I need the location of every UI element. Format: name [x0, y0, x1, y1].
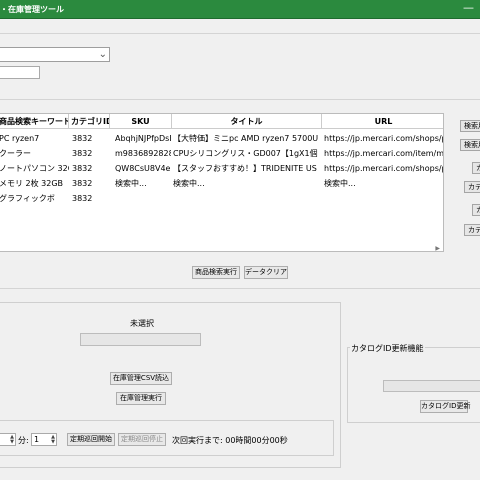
table-cell: 検索中...: [173, 179, 205, 188]
data-clear-button[interactable]: データクリア: [244, 266, 288, 279]
search-settings-button[interactable]: 検索用: [460, 120, 480, 132]
scroll-right-icon[interactable]: ▶: [435, 245, 440, 251]
keyword-dropdown[interactable]: ⌄: [0, 47, 110, 62]
table-cell: QW8CsU8V4eH: [115, 164, 171, 173]
table-cell: https://jp.mercari.com/shops/proc: [324, 164, 443, 173]
top-divider: [0, 33, 480, 34]
table-cell: 【大特価】ミニpc AMD ryzen7 5700U r: [173, 134, 321, 143]
category-button-3[interactable]: カテ: [472, 204, 480, 216]
keyword-input[interactable]: [0, 66, 40, 79]
col-header-category[interactable]: カテゴリID: [69, 114, 110, 129]
catalog-panel-title: カタログID更新機能: [350, 343, 425, 354]
table-cell: 3832: [72, 134, 93, 143]
window-title: ・在庫管理ツール: [0, 5, 64, 14]
col-header-url[interactable]: URL: [322, 114, 443, 129]
category-button-4[interactable]: カテゴ: [464, 224, 480, 236]
minute-label: 分:: [18, 436, 29, 445]
run-inventory-button[interactable]: 在庫管理実行: [116, 392, 166, 405]
table-cell: PC ryzen7: [0, 134, 40, 143]
hour-spinner[interactable]: ▲ ▼: [0, 433, 16, 446]
section-divider: [0, 99, 480, 100]
table-cell: 【スタッフおすすめ！】TRIDENITE US: [173, 164, 317, 173]
table-cell: 検索中...: [115, 179, 147, 188]
table-cell: 3832: [72, 149, 93, 158]
section-divider-2: [0, 288, 480, 289]
minimize-icon[interactable]: —: [463, 1, 474, 14]
minute-value: 1: [34, 435, 40, 444]
table-cell: https://jp.mercari.com/shops/proc: [324, 134, 443, 143]
table-cell: 3832: [72, 164, 93, 173]
table-cell: https://jp.mercari.com/item/m983: [324, 149, 444, 158]
title-bar: ・在庫管理ツール —: [0, 0, 480, 19]
search-settings-button-2[interactable]: 検索用: [460, 139, 480, 151]
catalog-update-button[interactable]: カタログID更新: [420, 400, 470, 413]
catalog-progress-bar: [383, 380, 480, 392]
col-header-keyword[interactable]: 商品検索キーワード: [0, 114, 69, 129]
chevron-down-icon[interactable]: ⌄: [99, 48, 107, 61]
table-cell: グラフィックボ: [0, 194, 55, 203]
spin-down-icon[interactable]: ▼: [10, 440, 14, 445]
product-table[interactable]: 商品検索キーワード カテゴリID SKU タイトル URL PC ryzen7 …: [0, 113, 444, 252]
category-button[interactable]: カテ: [472, 162, 480, 174]
spin-down-icon[interactable]: ▼: [51, 440, 55, 445]
table-cell: m98368928288: [115, 149, 171, 158]
table-cell: 3832: [72, 179, 93, 188]
minute-spinner[interactable]: 1 ▲ ▼: [31, 433, 57, 446]
start-patrol-button[interactable]: 定期巡回開始: [67, 433, 115, 446]
table-cell: クーラー: [0, 149, 31, 158]
table-cell: ノートパソコン 32GB: [0, 164, 69, 173]
stop-patrol-button[interactable]: 定期巡回停止: [118, 433, 166, 446]
table-cell: メモリ 2枚 32GB: [0, 179, 64, 188]
col-header-sku[interactable]: SKU: [110, 114, 172, 129]
product-search-button[interactable]: 商品検索実行: [192, 266, 240, 279]
table-cell: 3832: [72, 194, 93, 203]
next-run-countdown: 次回実行まで: 00時間00分00秒: [172, 436, 288, 445]
table-cell: 検索中...: [324, 179, 356, 188]
inventory-progress-bar: [80, 333, 201, 346]
table-cell: AbqhjNJPfpDsE: [115, 134, 171, 143]
file-status-label: 未選択: [130, 319, 154, 328]
table-cell: CPUシリコングリス・GD007【1gX1個: [173, 149, 318, 158]
load-inventory-csv-button[interactable]: 在庫管理CSV読込: [110, 372, 172, 385]
col-header-title[interactable]: タイトル: [172, 114, 322, 129]
category-button-2[interactable]: カテゴ: [464, 181, 480, 193]
